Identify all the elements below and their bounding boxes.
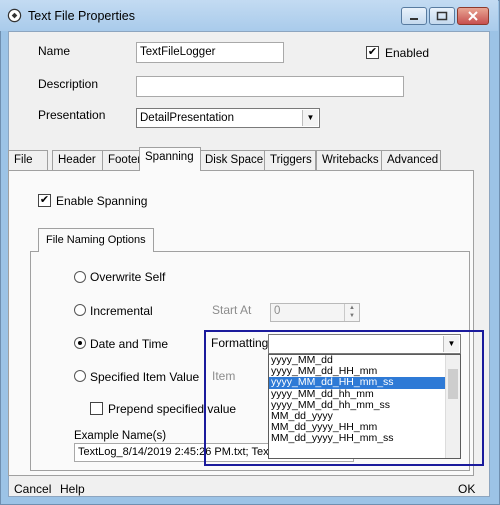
maximize-icon [436,11,448,21]
enable-spanning-checkbox[interactable]: ✔ [38,194,51,207]
spin-up-icon[interactable]: ▲ [345,304,359,312]
presentation-value: DetailPresentation [140,112,234,124]
tab-writebacks[interactable]: Writebacks [316,150,382,170]
spin-down-icon[interactable]: ▼ [345,312,359,320]
enable-spanning-label: Enable Spanning [56,194,148,208]
name-field[interactable]: TextFileLogger [136,42,284,63]
start-at-label: Start At [212,303,252,317]
tab-spanning[interactable]: Spanning [139,147,201,171]
enabled-checkbox[interactable]: ✔ [366,46,379,59]
tab-triggers[interactable]: Triggers [264,150,316,170]
description-field[interactable] [136,76,404,97]
tab-header[interactable]: Header [52,150,104,170]
title-bar[interactable]: Text File Properties [0,0,498,31]
tab-file[interactable]: File [8,150,48,170]
description-label: Description [38,77,99,91]
overwrite-self-label: Overwrite Self [90,270,166,284]
cancel-button[interactable]: Cancel [14,482,51,496]
start-at-value: 0 [274,305,281,317]
presentation-dropdown[interactable]: DetailPresentation ▼ [136,108,320,128]
formatting-label: Formatting [211,336,269,350]
dropdown-scrollbar[interactable] [445,355,460,458]
formatting-dropdown-list[interactable]: yyyy_MM_dd yyyy_MM_dd_HH_mm yyyy_MM_dd_HH_… [268,354,461,459]
specified-item-radio[interactable] [74,370,86,382]
dropdown-option[interactable]: yyyy_MM_dd_HH_mm_ss [269,377,460,389]
dropdown-option[interactable]: MM_dd_yyyy_HH_mm_ss [269,433,460,444]
overwrite-self-radio[interactable] [74,271,86,283]
maximize-button[interactable] [429,7,455,25]
formatting-dropdown[interactable]: ▼ [268,334,461,354]
example-names-label: Example Name(s) [74,430,167,442]
window-title: Text File Properties [28,9,135,23]
date-time-radio[interactable] [74,337,86,349]
scrollbar-thumb[interactable] [448,369,458,399]
name-label: Name [38,44,71,58]
tab-file-naming-options[interactable]: File Naming Options [38,228,154,252]
ok-button[interactable]: OK [458,482,475,496]
date-time-label: Date and Time [90,337,169,351]
specified-item-label: Specified Item Value [90,370,200,384]
start-at-spinner[interactable]: 0 ▲ ▼ [270,303,360,322]
prepend-label: Prepend specified value [108,402,237,416]
close-button[interactable] [457,7,489,25]
chevron-down-icon[interactable]: ▼ [443,336,459,352]
app-icon [7,8,22,23]
tab-footer[interactable]: Footer [102,150,144,170]
spinner-buttons[interactable]: ▲ ▼ [344,304,359,321]
help-button[interactable]: Help [60,482,85,496]
close-icon [468,11,478,21]
chevron-down-icon[interactable]: ▼ [302,110,318,126]
prepend-checkbox[interactable] [90,402,103,415]
presentation-label: Presentation [38,108,106,122]
minimize-button[interactable] [401,7,427,25]
minimize-icon [410,18,418,20]
incremental-radio[interactable] [74,304,86,316]
incremental-label: Incremental [90,304,153,318]
item-label: Item [212,369,236,383]
tab-disk-space[interactable]: Disk Space [199,150,265,170]
enabled-label: Enabled [385,46,430,60]
tab-advanced[interactable]: Advanced [381,150,441,170]
